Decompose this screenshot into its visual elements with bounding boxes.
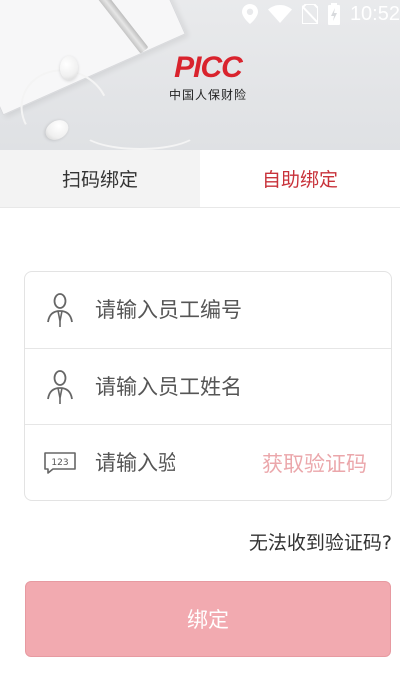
binding-tabs: 扫码绑定 自助绑定 xyxy=(0,150,400,208)
binding-form: 123 获取验证码 xyxy=(24,271,392,501)
cannot-receive-code-link[interactable]: 无法收到验证码? xyxy=(249,528,392,555)
verification-code-row: 123 获取验证码 xyxy=(25,424,391,500)
employee-name-row xyxy=(25,348,391,424)
employee-id-row xyxy=(25,272,391,348)
logo-subtitle: 中国人保财险 xyxy=(168,88,247,102)
tab-scan-bind[interactable]: 扫码绑定 xyxy=(0,150,200,207)
location-icon xyxy=(241,4,258,24)
bind-button[interactable]: 绑定 xyxy=(25,581,391,657)
tab-self-bind[interactable]: 自助绑定 xyxy=(200,150,400,207)
person-icon xyxy=(25,292,95,328)
status-time: 10:52 xyxy=(349,2,400,25)
verification-code-input[interactable] xyxy=(95,450,175,475)
get-code-button[interactable]: 获取验证码 xyxy=(262,425,367,501)
status-bar: 10:52 xyxy=(0,0,400,28)
battery-charging-icon xyxy=(327,3,340,25)
screen: PICC 中国人保财险 10:52 扫码绑定 自助绑定 请输入员工编号 请输入员… xyxy=(0,0,400,676)
employee-name-input[interactable] xyxy=(95,374,325,399)
earphone-decoration xyxy=(60,56,78,80)
no-sim-icon xyxy=(301,4,318,24)
employee-id-input[interactable] xyxy=(95,298,325,322)
sms-code-icon: 123 xyxy=(25,451,95,475)
picc-logo: PICC 中国人保财险 xyxy=(158,52,258,103)
svg-text:123: 123 xyxy=(51,458,68,468)
wifi-icon xyxy=(267,5,292,23)
person-icon xyxy=(25,369,95,405)
logo-mark: PICC xyxy=(174,51,243,84)
